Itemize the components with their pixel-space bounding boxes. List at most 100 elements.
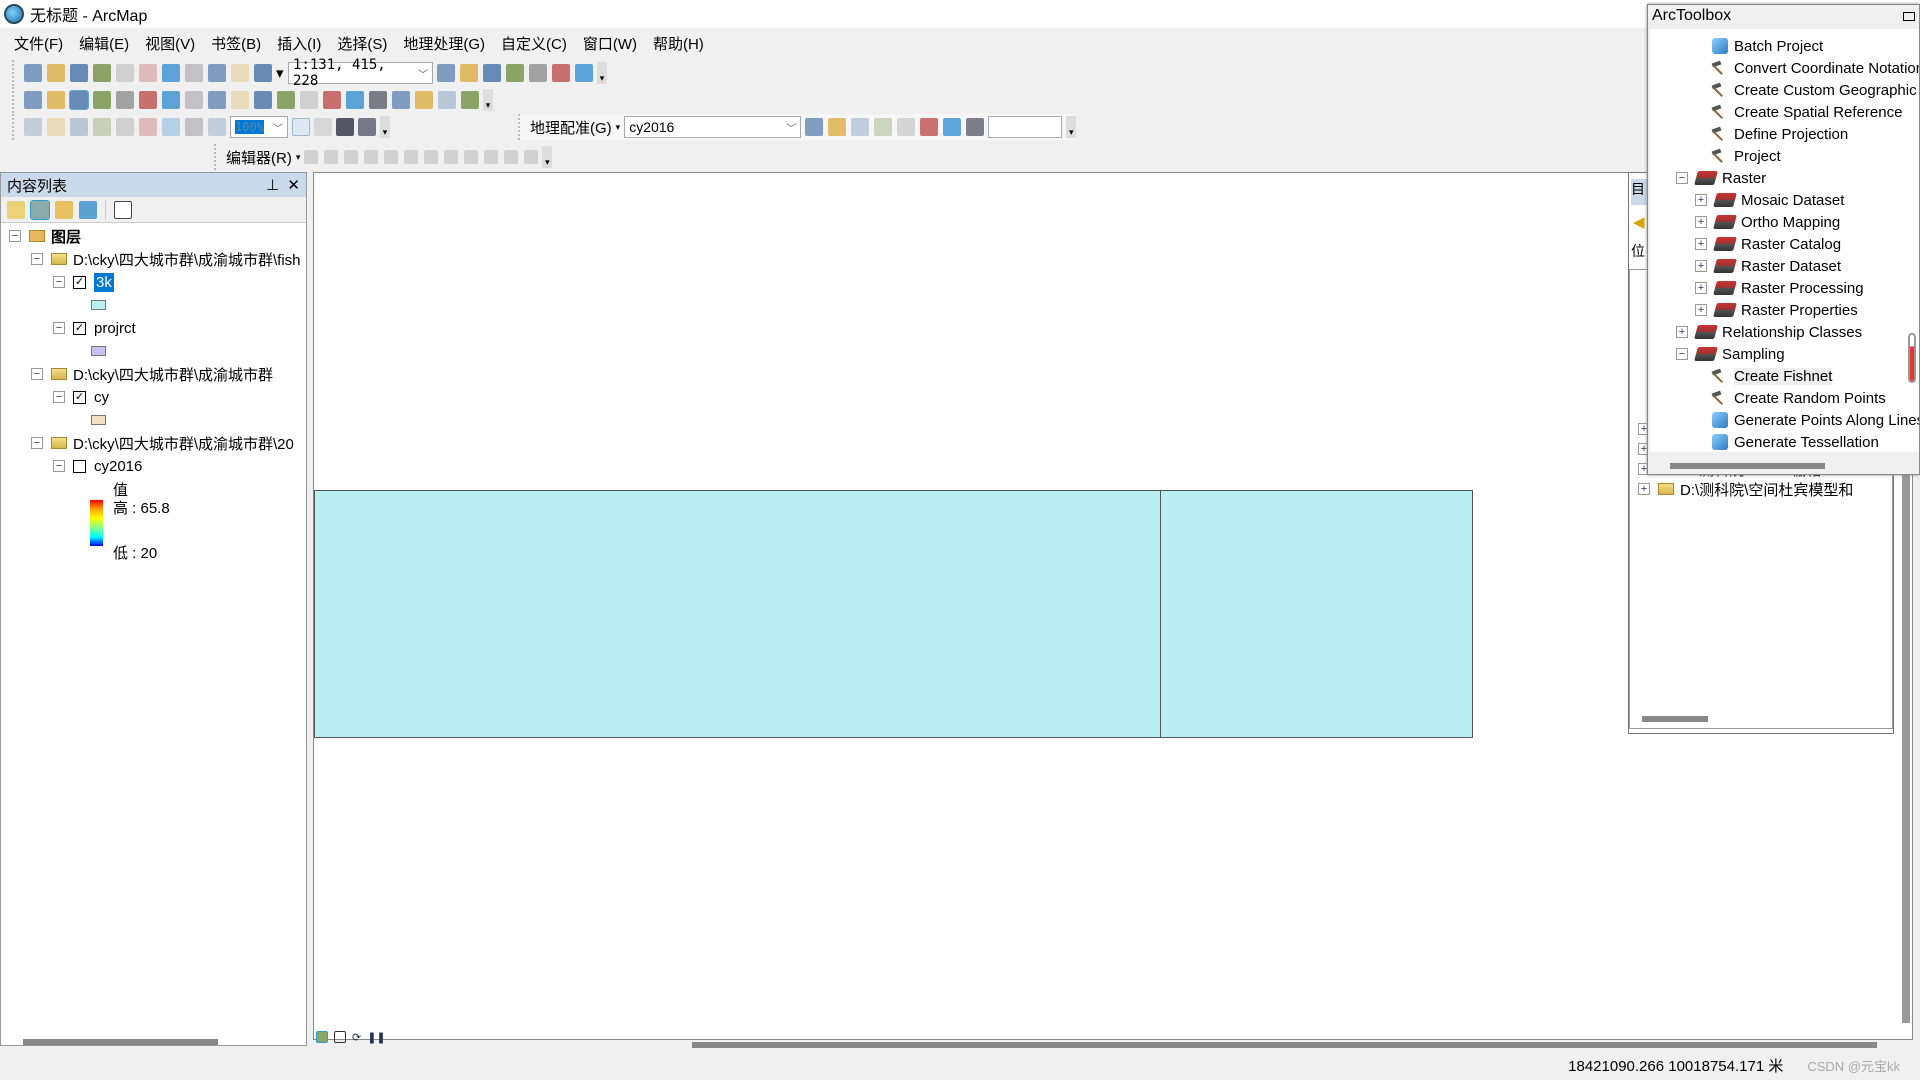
collapse-icon[interactable]: −: [31, 253, 43, 265]
view-link-table-icon[interactable]: [920, 118, 939, 136]
search-icon[interactable]: [506, 64, 524, 82]
select-link-icon[interactable]: [851, 118, 870, 136]
zoom-to-link-icon[interactable]: [874, 118, 893, 136]
toolbox-item[interactable]: Create Random Points: [1712, 387, 1886, 409]
toolbox-item-label[interactable]: Create Random Points: [1734, 390, 1886, 407]
edit-tool-icon[interactable]: [304, 150, 319, 164]
expand-icon[interactable]: +: [1695, 304, 1707, 316]
toolbar-options-handle[interactable]: ▾: [380, 116, 390, 138]
select-elements-icon[interactable]: [254, 91, 272, 109]
split-icon[interactable]: [444, 150, 459, 164]
menu-item[interactable]: 文件(F): [6, 33, 71, 54]
menu-item[interactable]: 插入(I): [269, 33, 329, 54]
focus-data-frame-icon[interactable]: [314, 118, 332, 136]
zoom-100-icon[interactable]: [116, 118, 134, 136]
menu-item[interactable]: 地理处理(G): [395, 33, 493, 54]
attributes-icon[interactable]: [484, 150, 499, 164]
layer-name[interactable]: 3k: [94, 272, 114, 292]
collapse-icon[interactable]: −: [9, 230, 21, 242]
rotate-angle-input[interactable]: [988, 116, 1063, 138]
toolbox-item[interactable]: Generate Points Along Lines: [1712, 409, 1919, 431]
identify-icon[interactable]: [277, 91, 295, 109]
toolbox-item-label[interactable]: Raster Properties: [1741, 302, 1858, 319]
list-by-visibility-icon[interactable]: [55, 200, 73, 219]
add-data-dropdown-icon[interactable]: ▾: [276, 64, 284, 82]
toolbox-item-label[interactable]: Raster: [1722, 170, 1766, 187]
editor-toolbar-icon[interactable]: [437, 64, 455, 82]
back-arrow-icon[interactable]: ◀: [1633, 213, 1645, 231]
toolbar-options-handle[interactable]: ▾: [1066, 116, 1077, 138]
zoom-percent-combo[interactable]: 100% ﹀: [230, 116, 288, 138]
group-path[interactable]: D:\cky\四大城市群\成渝城市群\fish: [73, 249, 301, 270]
save-icon[interactable]: [70, 64, 88, 82]
add-control-points-icon[interactable]: [805, 118, 824, 136]
full-extent-icon[interactable]: [93, 91, 111, 109]
toolbox-item-label[interactable]: Create Custom Geographic Transformation: [1734, 82, 1919, 99]
magnifier-icon[interactable]: [461, 91, 479, 109]
copy-icon[interactable]: [139, 64, 157, 82]
georef-layer-select[interactable]: cy2016 ﹀: [624, 116, 802, 138]
arctoolbox-vertical-scrollbar[interactable]: [1908, 333, 1916, 383]
pin-icon[interactable]: ⊥: [266, 177, 279, 194]
print-icon[interactable]: [93, 64, 111, 82]
collapse-icon[interactable]: −: [31, 437, 43, 449]
redo-icon[interactable]: [231, 64, 249, 82]
clear-selection-icon[interactable]: [231, 91, 249, 109]
toolbox-item[interactable]: Generate Tessellation: [1712, 431, 1879, 452]
zoom-in-icon[interactable]: [24, 91, 42, 109]
collapse-icon[interactable]: −: [53, 322, 65, 334]
toolbox-item[interactable]: Create Fishnet: [1712, 365, 1833, 387]
layer-visibility-checkbox[interactable]: ✓: [73, 321, 86, 335]
reshape-icon[interactable]: [424, 150, 439, 164]
toolbox-item-label[interactable]: Raster Dataset: [1741, 258, 1841, 275]
html-popup-icon[interactable]: [323, 91, 341, 109]
toolbox-item-label[interactable]: Mosaic Dataset: [1741, 192, 1844, 209]
new-icon[interactable]: [24, 64, 42, 82]
menu-item[interactable]: 选择(S): [329, 33, 395, 54]
add-data-icon[interactable]: [254, 64, 272, 82]
construction-icon[interactable]: [384, 150, 399, 164]
collapse-icon[interactable]: −: [53, 276, 65, 288]
link-table-icon[interactable]: [943, 118, 962, 136]
paste-icon[interactable]: [162, 64, 180, 82]
close-icon[interactable]: ✕: [287, 177, 300, 194]
toolbox-item[interactable]: Create Custom Geographic Transformation: [1712, 79, 1919, 101]
expand-icon[interactable]: +: [1638, 483, 1650, 495]
toolbox-item[interactable]: + Raster Catalog: [1695, 233, 1841, 255]
layout-zoom-in-icon[interactable]: [24, 118, 42, 136]
rotate-icon[interactable]: [966, 118, 985, 136]
create-features-icon[interactable]: [524, 150, 539, 164]
toolbox-item[interactable]: + Ortho Mapping: [1695, 211, 1840, 233]
collapse-icon[interactable]: −: [53, 391, 65, 403]
back-icon[interactable]: [162, 91, 180, 109]
data-view-icon[interactable]: [316, 1031, 328, 1043]
zoom-out-icon[interactable]: [47, 91, 65, 109]
refresh-icon[interactable]: ⟳: [352, 1031, 361, 1044]
toolbar-options-handle[interactable]: ▾: [483, 89, 493, 111]
cut-polygons-icon[interactable]: [404, 150, 419, 164]
cut-icon[interactable]: [116, 64, 134, 82]
menu-item[interactable]: 书签(B): [203, 33, 269, 54]
list-by-source-icon[interactable]: [30, 199, 50, 220]
toolbar-options-handle[interactable]: ▾: [542, 146, 553, 168]
toolbox-item[interactable]: Create Spatial Reference: [1712, 101, 1902, 123]
collapse-icon[interactable]: −: [1676, 172, 1688, 184]
layer-visibility-checkbox[interactable]: [73, 459, 86, 473]
layer-name[interactable]: cy2016: [94, 458, 142, 475]
menu-item[interactable]: 编辑(E): [71, 33, 137, 54]
toolbox-item[interactable]: + Raster Dataset: [1695, 255, 1841, 277]
pause-drawing-icon[interactable]: ❚❚: [367, 1031, 385, 1044]
hyperlink-icon[interactable]: [300, 91, 318, 109]
layout-view-icon[interactable]: [334, 1031, 346, 1043]
toolbox-item-label[interactable]: Convert Coordinate Notation: [1734, 60, 1919, 77]
toolbox-item-label[interactable]: Project: [1734, 148, 1781, 165]
fixed-zoom-out-layout-icon[interactable]: [162, 118, 180, 136]
group-path[interactable]: D:\cky\四大城市群\成渝城市群: [73, 364, 273, 385]
modelbuilder-icon[interactable]: [575, 64, 593, 82]
layer-visibility-checkbox[interactable]: ✓: [73, 275, 86, 289]
arctoolbox-horizontal-scrollbar[interactable]: [1670, 463, 1825, 469]
sketch-properties-icon[interactable]: [504, 150, 519, 164]
forward-icon[interactable]: [185, 91, 203, 109]
toolbox-item[interactable]: Batch Project: [1712, 35, 1823, 57]
expand-icon[interactable]: +: [1676, 326, 1688, 338]
